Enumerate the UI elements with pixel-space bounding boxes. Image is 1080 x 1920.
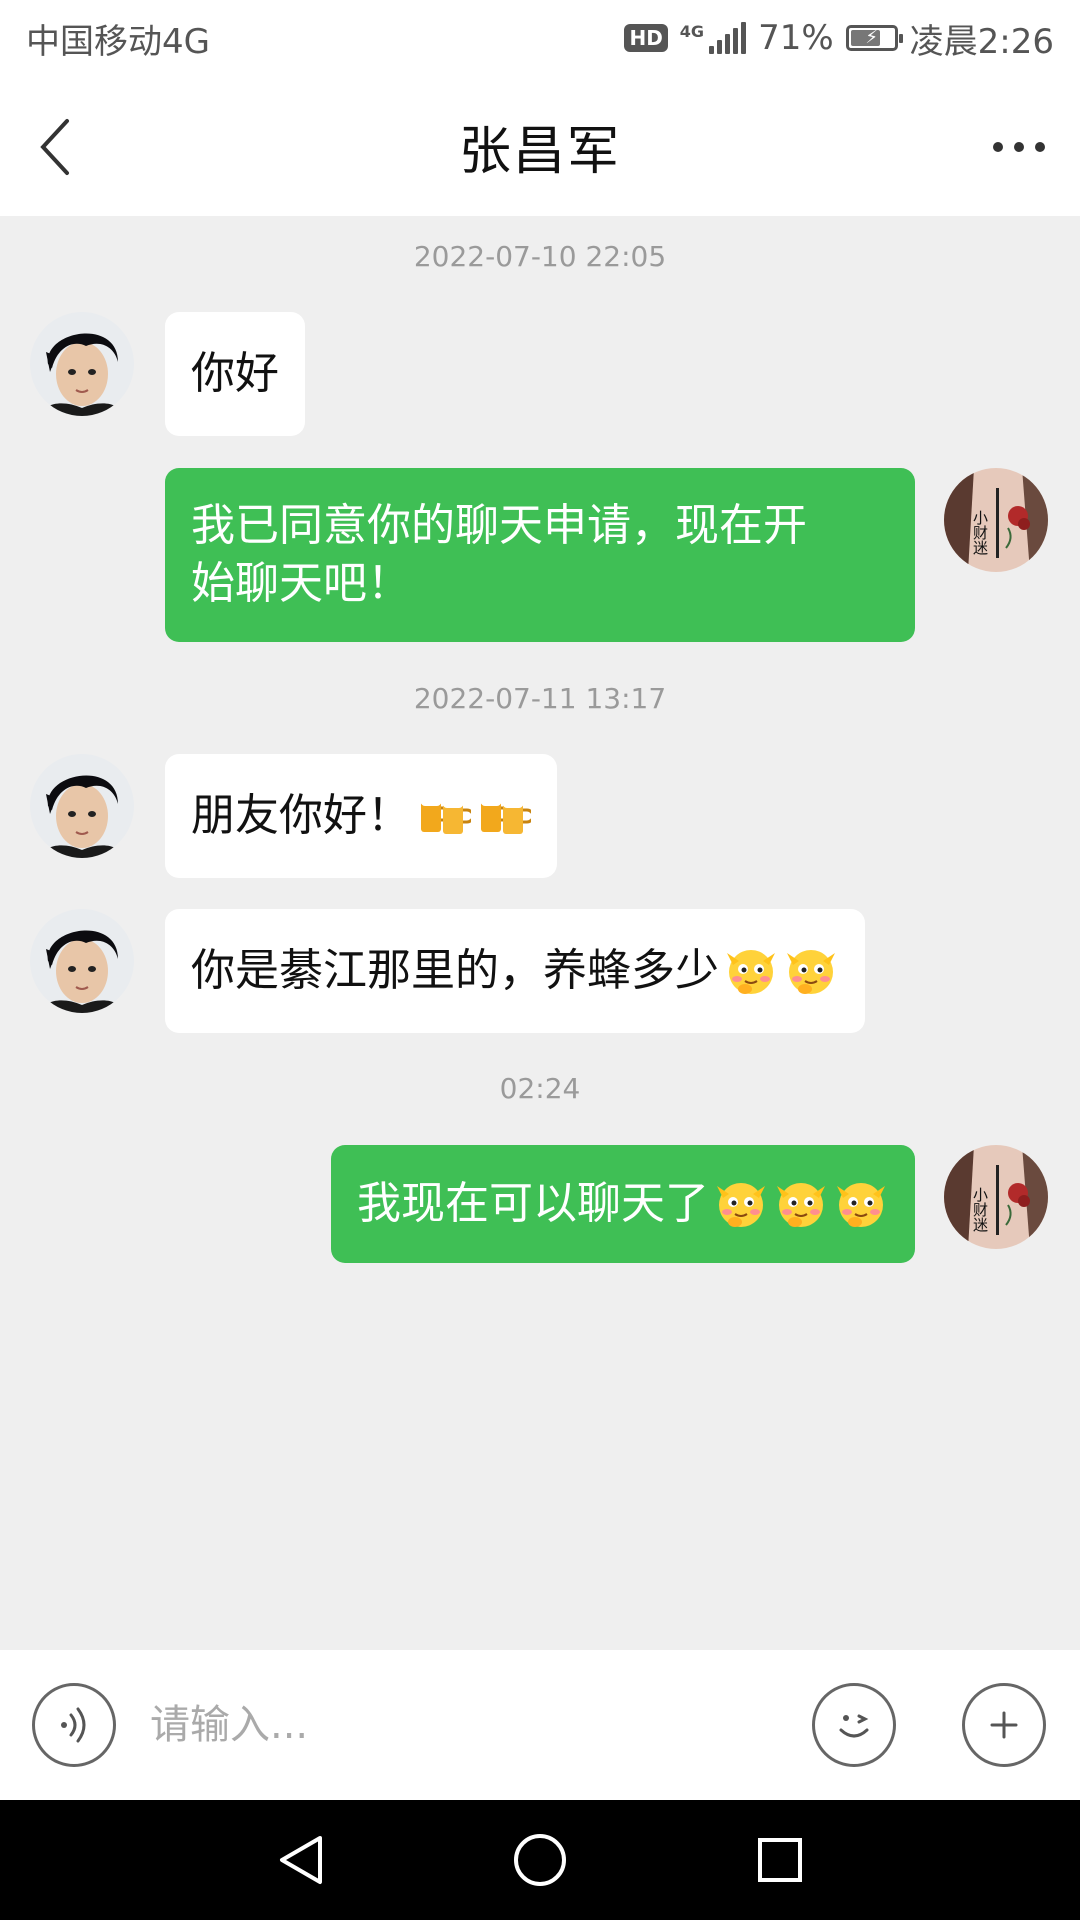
message-bubble-in[interactable]: 朋友你好！ — [165, 754, 557, 878]
emoji-face-icon — [839, 1714, 869, 1738]
contact-avatar[interactable] — [30, 312, 134, 416]
self-avatar[interactable]: 小财迷 — [944, 468, 1048, 572]
smirk-emoji — [723, 943, 779, 999]
contact-avatar[interactable] — [30, 909, 134, 1013]
message-bubble-in[interactable]: 你是綦江那里的，养蜂多少 — [165, 909, 865, 1033]
hd-badge: HD — [624, 24, 668, 52]
battery-icon: ⚡ — [845, 25, 903, 51]
smirk-emoji — [833, 1176, 889, 1232]
more-button[interactable] — [984, 122, 1054, 172]
svg-text:小财迷: 小财迷 — [971, 510, 989, 556]
back-chevron-icon — [40, 119, 69, 175]
plus-icon — [990, 1711, 1018, 1739]
signal-icon: 4G — [680, 22, 747, 54]
voice-icon — [61, 1707, 86, 1743]
message-input[interactable] — [150, 1690, 780, 1760]
triangle-back-icon — [280, 1836, 322, 1884]
smirk-emoji — [773, 1176, 829, 1232]
message-text: 你是綦江那里的，养蜂多少 — [191, 945, 719, 996]
chat-header: 张昌军 — [0, 76, 1080, 216]
circle-home-icon — [514, 1834, 566, 1886]
message-text-line: 我已同意你的聊天申请，现在开 — [191, 500, 807, 551]
beer-mugs-emoji — [475, 788, 531, 844]
voice-button[interactable] — [32, 1683, 116, 1767]
status-indicators: HD 4G 71% ⚡ 凌晨2:26 — [624, 14, 1054, 63]
message-bubble-in[interactable]: 你好 — [165, 312, 305, 436]
page-title: 张昌军 — [458, 121, 621, 182]
message-bubble-out[interactable]: 我现在可以聊天了 — [331, 1145, 915, 1263]
message-text-line: 始聊天吧！ — [191, 558, 411, 609]
timestamp: 02:24 — [499, 1072, 581, 1105]
nav-recent-button[interactable] — [745, 1825, 815, 1895]
plus-button[interactable] — [962, 1683, 1046, 1767]
square-recent-icon — [758, 1838, 802, 1882]
message-list[interactable]: 2022-07-10 22:05 你好 我已同意你的聊天申请，现在开 始聊天吧！… — [0, 216, 1080, 1650]
beer-mugs-emoji — [415, 788, 471, 844]
message-bubble-out[interactable]: 我已同意你的聊天申请，现在开 始聊天吧！ — [165, 468, 915, 642]
timestamp: 2022-07-11 13:17 — [413, 682, 667, 715]
message-text: 朋友你好！ — [191, 790, 411, 841]
svg-text:小财迷: 小财迷 — [971, 1187, 989, 1233]
input-bar — [0, 1650, 1080, 1800]
battery-percent: 71% — [758, 18, 834, 58]
nav-back-button[interactable] — [265, 1825, 335, 1895]
more-dots-icon — [993, 142, 1045, 152]
clock: 凌晨2:26 — [909, 21, 1054, 62]
smirk-emoji — [713, 1176, 769, 1232]
carrier-label: 中国移动4G — [26, 21, 210, 62]
self-avatar[interactable]: 小财迷 — [944, 1145, 1048, 1249]
contact-avatar[interactable] — [30, 754, 134, 858]
status-bar: 中国移动4G HD 4G 71% ⚡ 凌晨2:26 — [0, 0, 1080, 76]
system-nav-bar — [0, 1800, 1080, 1920]
nav-home-button[interactable] — [505, 1825, 575, 1895]
smirk-emoji — [783, 943, 839, 999]
message-text: 你好 — [191, 348, 279, 399]
message-text: 我现在可以聊天了 — [357, 1178, 709, 1229]
timestamp: 2022-07-10 22:05 — [413, 240, 667, 273]
emoji-button[interactable] — [812, 1683, 896, 1767]
back-button[interactable] — [24, 112, 84, 182]
